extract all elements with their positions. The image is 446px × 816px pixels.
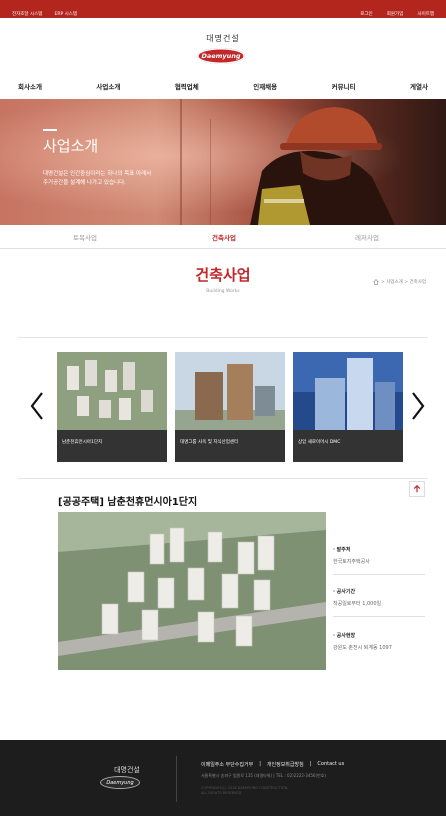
hero-banner: 사업소개 대명건설은 인간중심이라는 하나의 목표 아래서 주거공간을 설계해 … xyxy=(0,99,446,225)
info-value: 강원도 춘천시 퇴계동 1097 xyxy=(333,645,392,651)
carousel-card-caption: 상암 새로이어시 DMC xyxy=(293,430,403,462)
top-utility-right: 로그인 회원가입 사이트맵 xyxy=(351,0,434,19)
link-login[interactable]: 로그인 xyxy=(360,12,372,17)
carousel-card-caption: 대명그룹 사옥 및 지식산업센터 xyxy=(175,430,285,462)
link-e-procurement[interactable]: 전자조달 시스템 xyxy=(12,12,42,17)
footer-copyright: COPYRIGHT(C) 2018 DAEMYUNG CONSTRUCTION.… xyxy=(201,786,371,796)
carousel-card[interactable]: 대명그룹 사옥 및 지식산업센터 xyxy=(175,352,285,462)
link-email-refusal[interactable]: 이메일주소 무단수집거부 xyxy=(201,761,253,768)
top-utility-left: 전자조달 시스템 ERP 시스템 xyxy=(12,0,84,19)
carousel-card[interactable]: 상암 새로이어시 DMC xyxy=(293,352,403,462)
scroll-top-button[interactable] xyxy=(409,481,425,497)
footer-brand-name: 대명건설 xyxy=(114,766,140,774)
nav-affiliates[interactable]: 게열사 xyxy=(410,81,428,91)
divider xyxy=(333,574,425,575)
link-separator: | xyxy=(259,761,261,767)
copyright-line2: ALL RIGHTS RESERVED xyxy=(201,791,242,795)
breadcrumb-path: > 사업소개 > 건축사업 xyxy=(381,280,426,285)
hero-desc-line2: 주거공간을 설계해 나가고 있습니다. xyxy=(43,180,126,186)
nav-recruit[interactable]: 인재채용 xyxy=(253,81,277,91)
carousel-prev-button[interactable] xyxy=(29,391,45,427)
link-erp[interactable]: ERP 시스템 xyxy=(55,12,78,17)
nav-company[interactable]: 회사소개 xyxy=(18,81,42,91)
project-thumbnail xyxy=(175,352,285,430)
project-info-period: · 공사기간 착공일로부터 1,000일 xyxy=(333,588,425,617)
hero-title: 사업소개 xyxy=(43,137,99,155)
copyright-line1: COPYRIGHT(C) 2018 DAEMYUNG CONSTRUCTION. xyxy=(201,786,289,790)
footer-links: 이메일주소 무단수집거부 | 개인정보취급방침 | Contact us xyxy=(201,761,344,768)
project-thumbnail xyxy=(293,352,403,430)
nav-business[interactable]: 사업소개 xyxy=(96,81,120,91)
hero-desc-line1: 대명건설은 인간중심이라는 하나의 목표 아래서 xyxy=(43,171,152,177)
carousel-next-button[interactable] xyxy=(410,391,426,427)
link-sitemap[interactable]: 사이트맵 xyxy=(417,12,434,17)
link-separator: | xyxy=(309,761,312,767)
footer-logo: Daemyung xyxy=(100,776,140,789)
top-utility-bar: 전자조달 시스템 ERP 시스템 로그인 회원가입 사이트맵 xyxy=(0,0,446,18)
footer-divider xyxy=(176,756,177,802)
link-privacy-policy[interactable]: 개인정보취급방침 xyxy=(267,761,304,768)
divider xyxy=(333,616,425,617)
hero-title-rule xyxy=(43,129,57,131)
divider xyxy=(18,337,428,338)
info-label: · 공사기간 xyxy=(333,589,356,595)
carousel-card[interactable]: 남춘천휴먼시아1단지 xyxy=(57,352,167,462)
nav-partners[interactable]: 협력업체 xyxy=(175,81,199,91)
brand-name[interactable]: 대명건설 xyxy=(0,33,446,44)
divider xyxy=(18,478,428,479)
active-tab-indicator xyxy=(0,225,446,249)
breadcrumb: > 사업소개 > 건축사업 xyxy=(373,279,426,285)
project-title: [공공주택] 남춘천휴먼시아1단지 xyxy=(58,497,198,508)
project-info-client: · 발주처 한국토지주택공사 xyxy=(333,546,425,575)
home-icon[interactable] xyxy=(373,279,379,285)
info-label: · 공사현장 xyxy=(333,633,356,639)
info-value: 착공일로부터 1,000일 xyxy=(333,601,382,607)
info-value: 한국토지주택공사 xyxy=(333,559,370,565)
project-thumbnail xyxy=(57,352,167,430)
link-signup[interactable]: 회원가입 xyxy=(387,12,404,17)
chevron-right-icon xyxy=(412,392,425,420)
project-aerial-photo xyxy=(58,512,326,670)
arrow-up-icon xyxy=(413,485,421,493)
nav-community[interactable]: 커뮤니티 xyxy=(332,81,356,91)
footer: 대명건설 Daemyung 이메일주소 무단수집거부 | 개인정보취급방침 | … xyxy=(0,740,446,816)
page-subtitle: Building Works xyxy=(206,289,240,294)
link-contact-us[interactable]: Contact us xyxy=(317,761,344,768)
company-logo[interactable]: Daemyung xyxy=(197,48,245,64)
carousel-card-caption: 남춘천휴먼시아1단지 xyxy=(57,430,167,462)
hero-worker-illustration xyxy=(180,99,395,225)
hero-description: 대명건설은 인간중심이라는 하나의 목표 아래서 주거공간을 설계해 나가고 있… xyxy=(43,170,223,188)
info-label: · 발주처 xyxy=(333,547,351,553)
project-info-site: · 공사현장 강원도 춘천시 퇴계동 1097 xyxy=(333,632,425,651)
main-navigation: 회사소개 사업소개 협력업체 인재채용 커뮤니티 게열사 xyxy=(18,81,428,91)
chevron-left-icon xyxy=(30,392,43,420)
footer-address: 서울특별시 송파구 법원로 135 (대명타워) | TEL : 02)2222… xyxy=(201,773,326,778)
